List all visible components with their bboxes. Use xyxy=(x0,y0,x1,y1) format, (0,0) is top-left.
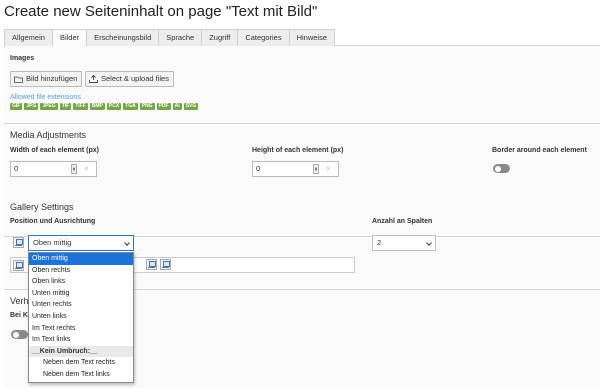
upload-icon xyxy=(89,74,98,83)
columns-value: 2 xyxy=(377,238,382,247)
height-value: 0 xyxy=(256,164,261,173)
tab-sprache[interactable]: Sprache xyxy=(158,29,203,46)
extension-badge: SVG xyxy=(183,103,199,110)
position-value: Oben mittig xyxy=(33,238,72,247)
extension-badge: AI xyxy=(172,103,182,110)
position-option-icon[interactable] xyxy=(13,260,24,271)
extension-badge: TIFF xyxy=(73,103,88,110)
tab-zugriff[interactable]: Zugriff xyxy=(201,29,239,46)
dropdown-group-label: __Kein Umbruch:__ xyxy=(29,345,133,358)
width-spinner[interactable] xyxy=(71,164,77,174)
dropdown-option[interactable]: Oben links xyxy=(29,276,133,288)
media-heading: Media Adjustments xyxy=(10,130,87,140)
extension-badge: GIF xyxy=(10,103,23,110)
columns-label: Anzahl an Spalten xyxy=(372,218,433,225)
width-input[interactable]: 0 × xyxy=(10,161,97,177)
tab-categories[interactable]: Categories xyxy=(237,29,290,46)
tab-bar: Allgemein Bilder Erscheinungsbild Sprache Zu… xyxy=(4,29,600,47)
position-label: Position und Ausrichtung xyxy=(10,218,96,225)
tab-bilder[interactable]: Bilder xyxy=(51,29,88,47)
position-select[interactable]: Oben mittig xyxy=(28,235,134,251)
position-option-icon[interactable] xyxy=(160,259,171,270)
images-label: Images xyxy=(10,55,35,62)
extension-badge: BMP xyxy=(89,103,105,110)
position-option-icon[interactable] xyxy=(146,259,157,270)
allowed-extensions-label: Allowed file extensions xyxy=(10,94,81,101)
border-toggle[interactable] xyxy=(493,164,510,173)
extension-badges: GIF JPG JPEG TIF TIFF BMP PCX TGA PNG PDF AI SVG xyxy=(10,103,199,110)
columns-select[interactable]: 2 xyxy=(372,235,436,251)
border-label: Border around each element xyxy=(492,147,587,154)
dropdown-option[interactable]: Im Text links xyxy=(29,334,133,346)
position-dropdown-list: Oben mittig Oben rechts Oben links Unten mi… xyxy=(28,252,134,383)
width-label: Width of each element (px) xyxy=(10,147,100,154)
height-clear-icon[interactable]: × xyxy=(326,162,331,176)
extension-badge: JPG xyxy=(24,103,39,110)
tab-erscheinungsbild[interactable]: Erscheinungsbild xyxy=(86,29,160,46)
extension-badge: TGA xyxy=(123,103,138,110)
extension-badge: JPEG xyxy=(40,103,58,110)
page-title: Create new Seiteninhalt on page "Text mi… xyxy=(4,3,318,20)
select-upload-button[interactable]: Select & upload files xyxy=(85,71,174,87)
width-value: 0 xyxy=(14,164,19,173)
chevron-down-icon xyxy=(426,240,432,246)
width-clear-icon[interactable]: × xyxy=(84,162,89,176)
dropdown-option[interactable]: Unten mittig xyxy=(29,288,133,300)
extension-badge: PCX xyxy=(106,103,122,110)
height-input[interactable]: 0 × xyxy=(252,161,339,177)
extension-badge: PDF xyxy=(156,103,171,110)
behaviour-label: Bei K xyxy=(10,312,28,319)
extension-badge: PNG xyxy=(139,103,155,110)
extension-badge: TIF xyxy=(59,103,72,110)
dropdown-option[interactable]: Oben rechts xyxy=(29,265,133,277)
dropdown-option[interactable]: Unten links xyxy=(29,311,133,323)
folder-icon xyxy=(14,76,23,83)
height-label: Height of each element (px) xyxy=(252,147,344,154)
images-section: Images Bild hinzufügen Select & upload f… xyxy=(4,46,600,124)
dropdown-option[interactable]: Neben dem Text links xyxy=(29,369,133,381)
chevron-down-icon xyxy=(124,240,130,246)
behaviour-toggle[interactable] xyxy=(11,330,28,339)
tab-hinweise[interactable]: Hinweise xyxy=(288,29,336,46)
gallery-heading: Gallery Settings xyxy=(10,202,74,212)
add-image-label: Bild hinzufügen xyxy=(26,74,78,83)
position-preview-icon xyxy=(13,237,24,248)
tab-allgemein[interactable]: Allgemein xyxy=(4,29,53,46)
dropdown-option[interactable]: Im Text rechts xyxy=(29,323,133,335)
dropdown-option[interactable]: Neben dem Text rechts xyxy=(29,357,133,369)
dropdown-option[interactable]: Oben mittig xyxy=(29,253,133,265)
height-spinner[interactable] xyxy=(313,164,319,174)
behaviour-heading: Verh xyxy=(10,296,29,306)
add-image-button[interactable]: Bild hinzufügen xyxy=(10,71,83,87)
dropdown-option[interactable]: Unten rechts xyxy=(29,299,133,311)
select-upload-label: Select & upload files xyxy=(101,74,169,83)
